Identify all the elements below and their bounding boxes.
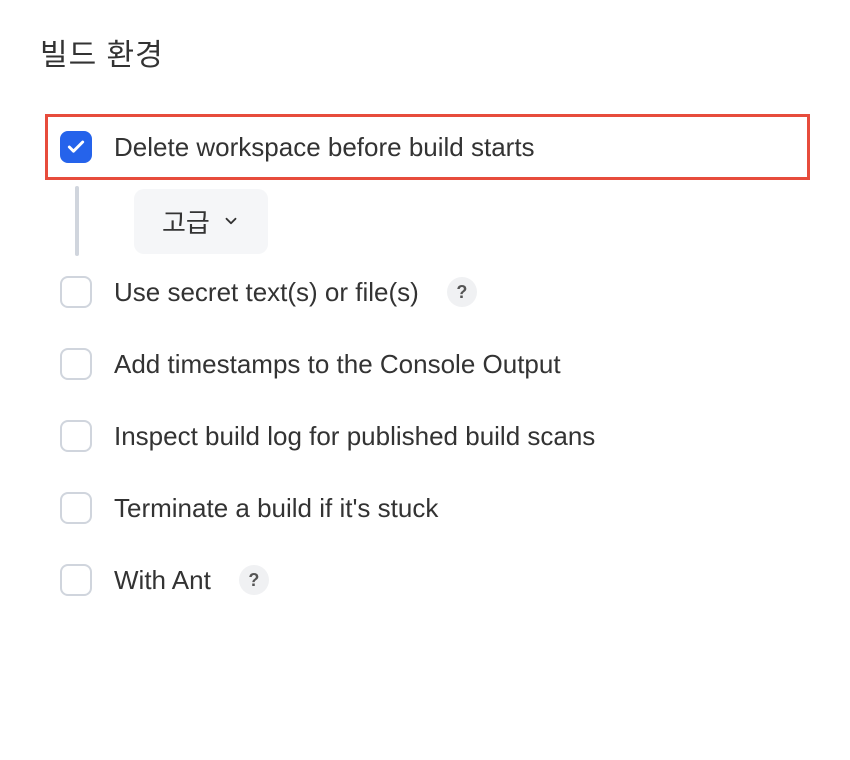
option-delete-workspace: Delete workspace before build starts [45,114,810,180]
label-add-timestamps: Add timestamps to the Console Output [114,349,561,380]
option-inspect-build-log: Inspect build log for published build sc… [45,406,810,466]
checkbox-add-timestamps[interactable] [60,348,92,380]
advanced-section: 고급 [45,186,810,256]
checkbox-with-ant[interactable] [60,564,92,596]
tree-connector [75,186,79,256]
label-with-ant: With Ant [114,565,211,596]
option-with-ant: With Ant ? [45,550,810,610]
option-use-secret: Use secret text(s) or file(s) ? [45,262,810,322]
help-icon-with-ant[interactable]: ? [239,565,269,595]
section-title: 빌드 환경 [40,30,810,74]
checkbox-use-secret[interactable] [60,276,92,308]
build-environment-options: Delete workspace before build starts 고급 … [40,114,810,610]
options-list: Use secret text(s) or file(s) ? Add time… [45,262,810,610]
checkbox-terminate-stuck[interactable] [60,492,92,524]
label-delete-workspace: Delete workspace before build starts [114,132,535,163]
check-icon [66,137,86,157]
chevron-down-icon [222,212,240,230]
checkbox-inspect-build-log[interactable] [60,420,92,452]
label-inspect-build-log: Inspect build log for published build sc… [114,421,595,452]
advanced-button[interactable]: 고급 [134,189,268,254]
advanced-label: 고급 [162,203,210,240]
checkbox-delete-workspace[interactable] [60,131,92,163]
option-terminate-stuck: Terminate a build if it's stuck [45,478,810,538]
option-add-timestamps: Add timestamps to the Console Output [45,334,810,394]
label-terminate-stuck: Terminate a build if it's stuck [114,493,438,524]
help-icon-use-secret[interactable]: ? [447,277,477,307]
label-use-secret: Use secret text(s) or file(s) [114,277,419,308]
